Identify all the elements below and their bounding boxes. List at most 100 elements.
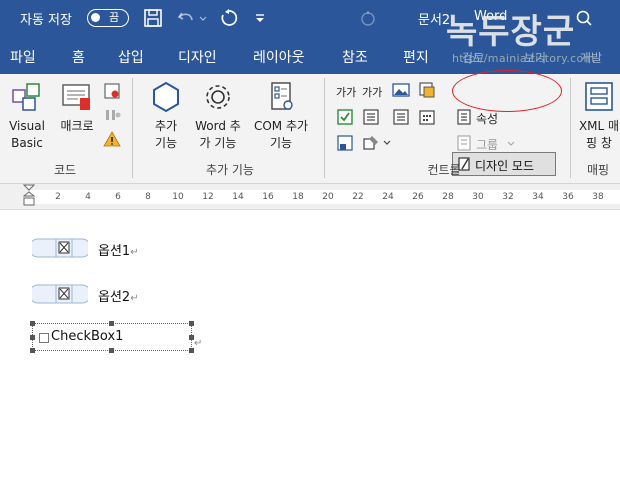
ruler-tick: 38	[592, 192, 604, 202]
resize-handle[interactable]	[189, 321, 194, 326]
group-label-addins: 추가 기능	[206, 163, 254, 177]
autosave-toggle[interactable]: 끔	[87, 9, 129, 27]
paragraph-mark: ↵	[194, 338, 203, 349]
customize-qat-icon[interactable]	[252, 8, 268, 28]
tab-layout[interactable]: 레이아웃	[253, 47, 305, 67]
xml-mapping-label: XML 매핑 창	[578, 119, 620, 150]
watermark-text: 녹두장군	[446, 12, 576, 52]
tab-references[interactable]: 참조	[342, 47, 368, 67]
group-divider	[324, 78, 325, 178]
macro-button[interactable]: 매크로	[54, 80, 100, 135]
option-1-label: 옵션1↵	[98, 240, 139, 259]
xml-mapping-icon	[585, 82, 613, 111]
ruler-tick: 20	[322, 192, 334, 202]
building-block-icon[interactable]	[418, 81, 436, 99]
resize-handle[interactable]	[109, 321, 114, 326]
undo-dropdown-icon[interactable]	[198, 8, 208, 28]
ruler-tick: 18	[292, 192, 304, 202]
tab-home[interactable]: 홈	[72, 47, 85, 67]
group-divider	[132, 78, 133, 178]
option-2-label: 옵션2↵	[98, 286, 139, 305]
ruler-tick: 14	[232, 192, 244, 202]
tab-insert[interactable]: 삽입	[118, 47, 144, 67]
ruler-tick: 12	[202, 192, 214, 202]
group-label-code: 코드	[53, 163, 77, 177]
checkbox-box[interactable]	[39, 333, 49, 343]
com-addins-icon	[271, 82, 293, 110]
visual-basic-icon	[12, 83, 40, 111]
activex-checkbox[interactable]: CheckBox1	[30, 321, 194, 353]
horizontal-ruler: 2 4 6 8 10 12 14 16 18 20 22 24 26 28 30…	[0, 184, 620, 210]
resize-handle[interactable]	[30, 348, 35, 353]
resize-handle[interactable]	[30, 335, 35, 340]
group-icon[interactable]	[455, 134, 473, 152]
visual-basic-button[interactable]: Visual Basic	[4, 80, 50, 152]
ruler-tick: 2	[55, 192, 61, 202]
content-control-tag-icon[interactable]	[32, 238, 88, 258]
com-addins-button[interactable]: COM 추가 기능	[248, 80, 314, 152]
properties-label[interactable]: 속성	[476, 110, 498, 127]
document-page[interactable]: 옵션1↵ 옵션2↵ CheckBox1 ↵	[0, 210, 620, 480]
ruler-tick: 6	[115, 192, 121, 202]
com-addins-label: COM 추가 기능	[253, 119, 309, 150]
watermark-url: http://mainia.tistory.com	[452, 52, 595, 65]
plain-text-control-label[interactable]: 가가	[362, 84, 382, 100]
repeating-section-icon[interactable]	[336, 134, 354, 152]
save-icon[interactable]	[143, 8, 163, 28]
visual-basic-label: Visual Basic	[9, 119, 45, 150]
resize-handle[interactable]	[109, 348, 114, 353]
dropdown-list-icon[interactable]	[392, 108, 410, 126]
ruler-tick: 24	[382, 192, 394, 202]
resize-handle[interactable]	[30, 321, 35, 326]
ruler-tick: 28	[442, 192, 454, 202]
addins-label: 추가 기능	[154, 119, 178, 150]
checkbox-label: CheckBox1	[51, 329, 124, 344]
macro-icon	[62, 84, 90, 110]
option-1-text: 옵션1	[98, 244, 131, 259]
highlight-annotation	[452, 70, 562, 112]
picture-control-icon[interactable]	[392, 81, 410, 99]
record-macro-icon[interactable]	[103, 82, 121, 100]
paragraph-mark: ↵	[130, 293, 139, 304]
ruler-tick: 30	[472, 192, 484, 202]
tab-mailings[interactable]: 편지	[403, 47, 429, 67]
option-2-text: 옵션2	[98, 290, 131, 305]
autosave-label: 자동 저장	[20, 13, 72, 28]
paragraph-mark: ↵	[130, 247, 139, 258]
ruler-tick: 32	[502, 192, 514, 202]
ruler-tick: 16	[262, 192, 274, 202]
date-picker-icon[interactable]	[418, 108, 436, 126]
combo-box-icon[interactable]	[362, 108, 380, 126]
ruler-tick: 34	[532, 192, 544, 202]
search-icon[interactable]	[574, 8, 594, 28]
xml-mapping-pane-button[interactable]: XML 매핑 창	[574, 80, 620, 152]
tab-file[interactable]: 파일	[10, 47, 36, 67]
ruler-tick: 26	[412, 192, 424, 202]
undo-icon[interactable]	[176, 8, 196, 28]
group-label[interactable]: 그룹	[476, 136, 498, 153]
content-control-tag-icon[interactable]	[32, 284, 88, 304]
group-dropdown-icon[interactable]	[506, 137, 516, 151]
indent-marker-icon[interactable]	[22, 184, 36, 210]
toggle-text: 끔	[109, 11, 120, 24]
ruler-tick: 22	[352, 192, 364, 202]
macro-security-icon[interactable]	[103, 130, 121, 148]
addins-button[interactable]: 추가 기능	[140, 80, 192, 152]
ruler-tick: 10	[172, 192, 184, 202]
legacy-tools-icon[interactable]	[362, 134, 380, 152]
group-label-mapping: 매핑	[586, 163, 610, 177]
gear-icon	[206, 85, 230, 109]
addins-hexagon-icon	[153, 81, 179, 113]
pause-recording-icon[interactable]	[103, 106, 121, 124]
legacy-tools-dropdown-icon[interactable]	[382, 136, 392, 150]
properties-icon[interactable]	[455, 108, 473, 126]
rich-text-control-label[interactable]: 가가	[336, 84, 356, 100]
ruler-tick: 36	[562, 192, 574, 202]
checkbox-control-icon[interactable]	[336, 108, 354, 126]
tab-design[interactable]: 디자인	[178, 47, 217, 67]
group-label-controls: 컨트롤	[427, 163, 461, 177]
redo-icon[interactable]	[219, 8, 239, 28]
word-addins-label: Word 추가 기능	[195, 119, 241, 150]
ruler-tick: 4	[85, 192, 91, 202]
word-addins-button[interactable]: Word 추가 기능	[190, 80, 246, 152]
